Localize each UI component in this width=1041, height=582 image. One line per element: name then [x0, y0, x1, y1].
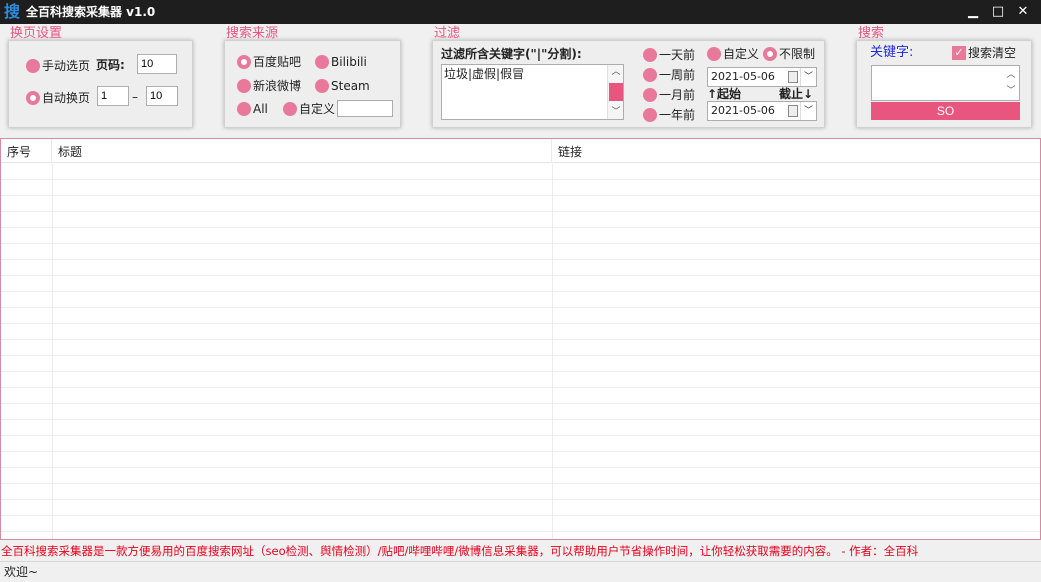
start-date-label: ↑起始 — [707, 87, 742, 101]
filter-keyword-label: 过滤所含关键字("|"分割): — [441, 47, 582, 61]
time-radio-day[interactable] — [643, 48, 657, 62]
filter-group-title: 过滤 — [434, 26, 461, 41]
time-radio-unlimited[interactable] — [763, 47, 777, 61]
table-body[interactable] — [1, 164, 1040, 539]
source-radio-steam[interactable] — [315, 79, 329, 93]
start-date-value: 2021-05-06 — [711, 70, 775, 83]
source-group-title: 搜索来源 — [226, 26, 279, 41]
chevron-down-icon[interactable]: ﹀ — [800, 68, 816, 86]
source-radio-custom[interactable] — [283, 102, 297, 116]
time-label-day: 一天前 — [659, 48, 696, 62]
manual-page-radio[interactable] — [26, 59, 40, 73]
page-range-to-input[interactable] — [146, 86, 178, 106]
window-title: 全百科搜索采集器 v1.0 — [26, 5, 156, 19]
so-button[interactable]: SO — [871, 102, 1020, 120]
end-date-value: 2021-05-06 — [711, 104, 775, 117]
time-label-year: 一年前 — [659, 108, 696, 122]
chevron-down-icon[interactable]: ﹀ — [800, 102, 816, 120]
manual-page-label: 手动选页 — [42, 59, 91, 73]
time-radio-week[interactable] — [643, 68, 657, 82]
search-keyword-textarea[interactable]: ︿ ﹀ — [871, 65, 1020, 101]
close-button[interactable]: ✕ — [1014, 3, 1032, 21]
results-table[interactable]: 序号 标题 链接 — [0, 138, 1041, 540]
end-date-label: 截止↓ — [779, 87, 814, 101]
source-radio-bilibili[interactable] — [315, 55, 329, 69]
source-label-weibo: 新浪微博 — [253, 79, 302, 93]
status-bar: 欢迎~ — [0, 561, 1041, 582]
paging-group-title: 换页设置 — [10, 26, 63, 41]
clear-search-label: 搜索清空 — [968, 46, 1017, 60]
source-label-baidu-tieba: 百度贴吧 — [253, 55, 302, 69]
scroll-up-icon[interactable]: ︿ — [1003, 68, 1019, 82]
column-divider — [552, 164, 553, 539]
column-header-link[interactable]: 链接 — [552, 139, 1040, 163]
page-range-from-input[interactable] — [97, 86, 129, 106]
search-scrollbar[interactable]: ︿ ﹀ — [1003, 66, 1019, 100]
auto-page-label: 自动换页 — [42, 91, 91, 105]
source-label-all: All — [253, 102, 268, 116]
column-header-index[interactable]: 序号 — [1, 139, 52, 163]
time-label-custom: 自定义 — [723, 47, 760, 61]
time-radio-custom[interactable] — [707, 47, 721, 61]
minimize-button[interactable]: ▁ — [964, 3, 982, 21]
scroll-thumb[interactable] — [609, 83, 623, 101]
auto-page-radio[interactable] — [26, 91, 40, 105]
source-radio-all[interactable] — [237, 102, 251, 116]
search-group-title: 搜索 — [858, 26, 885, 41]
time-label-month: 一月前 — [659, 88, 696, 102]
filter-keyword-textarea[interactable]: 垃圾|虚假|假冒 ︿ ﹀ — [441, 64, 624, 120]
scroll-down-icon[interactable]: ﹀ — [608, 105, 624, 119]
filter-keyword-text: 垃圾|虚假|假冒 — [444, 67, 525, 81]
start-date-picker[interactable]: 2021-05-06 ﹀ — [707, 67, 817, 87]
page-number-label: 页码: — [96, 58, 125, 72]
end-date-picker[interactable]: 2021-05-06 ﹀ — [707, 101, 817, 121]
title-bar: 搜 全百科搜索采集器 v1.0 ▁ □ ✕ — [0, 0, 1041, 24]
scroll-up-icon[interactable]: ︿ — [608, 65, 624, 79]
calendar-icon — [788, 105, 798, 117]
source-radio-baidu-tieba[interactable] — [237, 55, 251, 69]
time-radio-month[interactable] — [643, 88, 657, 102]
scroll-down-icon[interactable]: ﹀ — [1003, 84, 1019, 98]
page-range-separator: – — [132, 90, 138, 104]
source-label-bilibili: Bilibili — [331, 55, 367, 69]
calendar-icon — [788, 71, 798, 83]
search-keyword-label: 关键字: — [870, 45, 914, 60]
maximize-button[interactable]: □ — [989, 3, 1007, 21]
time-radio-year[interactable] — [643, 108, 657, 122]
time-label-unlimited: 不限制 — [779, 47, 816, 61]
filter-scrollbar[interactable]: ︿ ﹀ — [607, 65, 623, 119]
column-divider — [52, 164, 53, 539]
time-label-week: 一周前 — [659, 68, 696, 82]
source-label-steam: Steam — [331, 79, 370, 93]
footer-description: 全百科搜索采集器是一款方便易用的百度搜索网址（seo检测、舆情检测）/贴吧/哔哩… — [0, 541, 1041, 561]
status-text: 欢迎~ — [4, 565, 39, 579]
source-radio-weibo[interactable] — [237, 79, 251, 93]
column-header-title[interactable]: 标题 — [52, 139, 552, 163]
table-header: 序号 标题 链接 — [1, 139, 1040, 163]
app-icon: 搜 — [4, 2, 21, 21]
page-number-input[interactable] — [137, 54, 177, 74]
source-label-custom: 自定义 — [299, 102, 336, 116]
custom-source-input[interactable] — [337, 100, 393, 117]
clear-search-checkbox[interactable]: ✓ — [952, 46, 966, 60]
